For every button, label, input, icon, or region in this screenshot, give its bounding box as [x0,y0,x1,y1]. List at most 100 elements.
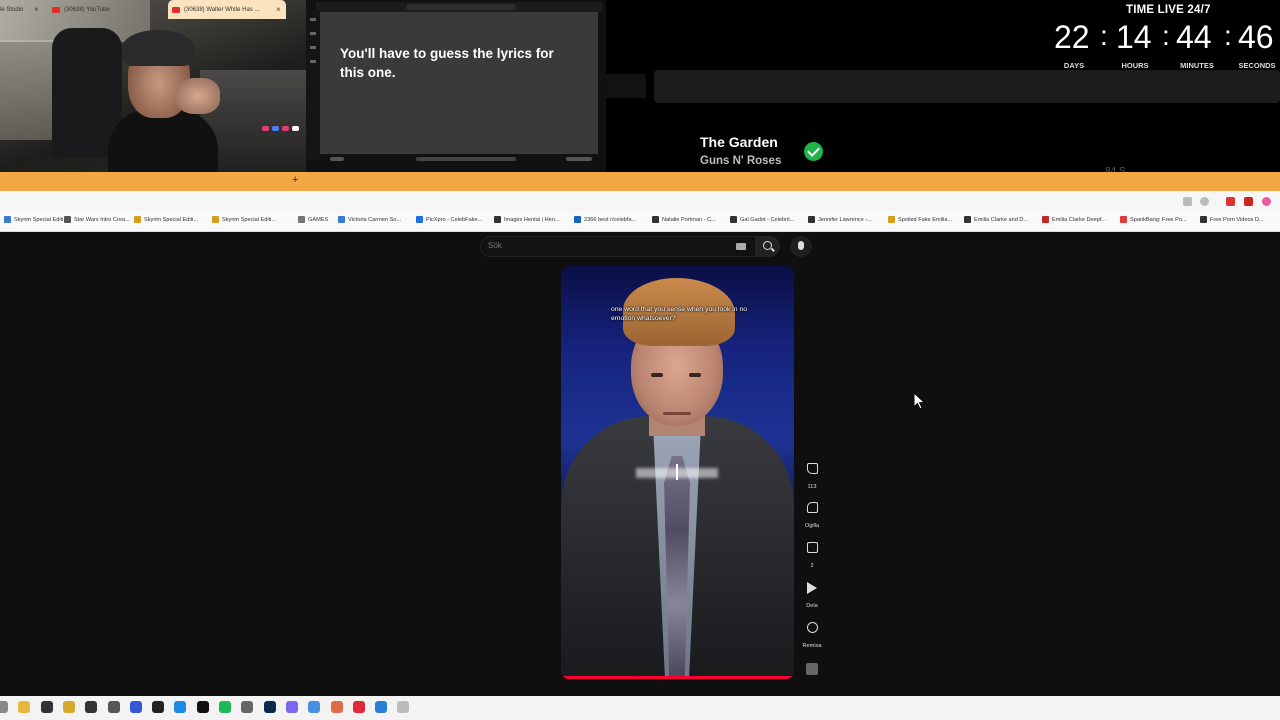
bookmark-item[interactable]: Emilia Clarke and D... [964,216,1028,223]
tab-strip [0,172,1280,191]
bookmark-label: Emilia Clarke and D... [974,216,1029,223]
timer-separator: : [1224,20,1232,51]
star-icon[interactable] [1200,197,1209,206]
now-playing-art [606,74,646,98]
extension-icon[interactable] [1244,197,1253,206]
app-icon[interactable] [107,701,120,713]
bookmark-icon [134,216,141,223]
discord-icon[interactable] [152,701,165,713]
remix-label: Remixa [802,643,822,649]
profile-icon[interactable] [1262,197,1271,206]
led [292,126,299,131]
video-eye [651,373,663,377]
bookmark-item[interactable]: SpankBang: Free Po... [1120,216,1187,223]
dislike-button[interactable] [801,497,823,519]
bookmark-label: Jennifer Lawrence -... [818,216,872,223]
timer-label-seconds: SECONDS [1238,61,1276,70]
bookmark-item[interactable]: Skyrim Special Editi... [134,216,198,223]
youtube-icon [52,6,60,13]
search-input[interactable] [480,236,756,257]
settings-icon[interactable] [241,701,254,713]
tab-studio[interactable]: le Studio × [0,0,44,19]
file-explorer-icon[interactable] [18,701,31,713]
timer-days: 22 [1054,19,1090,55]
bookmark-item[interactable]: Skyrim Special Editi... [212,216,276,223]
share-label: Dela [806,603,818,609]
bookmark-label: Victoria Carmen So... [348,216,402,223]
bookmark-item[interactable]: Victoria Carmen So... [338,216,401,223]
timer-label-minutes: MINUTES [1180,61,1214,70]
install-icon[interactable] [1183,197,1192,206]
app-icon[interactable] [308,701,321,713]
obs-icon[interactable] [40,701,53,713]
windows-icon[interactable] [0,701,8,713]
bookmark-label: PicXpro - CelebFake... [426,216,483,223]
bookmark-item[interactable]: Images Hentai | Hen... [494,216,560,223]
bookmark-item[interactable]: Jennifer Lawrence -... [808,216,872,223]
edge-icon[interactable] [174,701,187,713]
webcam-beanie [122,30,194,66]
taskbar [0,696,1280,720]
comment-count: 2 [810,563,814,569]
text-cursor-icon [676,464,678,480]
countdown-timer: 22 : 14 : 44 : 46 [1054,19,1280,57]
close-icon[interactable]: × [276,5,281,14]
led [262,126,269,131]
tab-walter-white[interactable]: (30638) Walter White Has ... × [168,0,286,19]
chat-panel: You'll have to guess the lyrics for this… [306,0,606,172]
shorts-video-player[interactable]: one word that you sense when you look in… [561,266,794,679]
notion-icon[interactable] [196,701,209,713]
bookmark-icon [1042,216,1049,223]
bookmark-label: Star Wars Intro Crea... [74,216,130,223]
bookmark-item[interactable]: Emilia Clarke Deepf... [1042,216,1106,223]
bookmark-item[interactable]: Star Wars Intro Crea... [64,216,130,223]
new-tab-button[interactable]: + [292,174,298,186]
sound-thumbnail[interactable] [806,663,818,675]
bookmark-label: Skyrim Special Editi... [222,216,277,223]
comment-icon [807,542,818,553]
bookmark-item[interactable]: GAMES [298,216,328,223]
browser-icon[interactable] [285,701,298,713]
timer-separator: : [1162,20,1170,51]
chat-message: You'll have to guess the lyrics for this… [340,46,554,80]
app-icon[interactable] [397,701,410,713]
close-icon[interactable]: × [34,5,39,14]
bookmark-label: Spoiled Fake Emilia... [898,216,953,223]
bookmark-icon [212,216,219,223]
spotify-icon[interactable] [219,701,231,713]
chat-address [406,4,516,10]
bookmark-item[interactable]: Gal Gadot - Celebrit... [730,216,794,223]
bookmark-item[interactable]: Natalie Portman - C... [652,216,716,223]
folder-icon[interactable] [62,701,75,713]
chat-sidebar [306,10,320,160]
bookmark-label: GAMES [308,216,329,223]
bookmark-item[interactable]: Skyrim Special Editi... [4,216,68,223]
extension-icon[interactable] [1226,197,1235,206]
chat-window-bar [316,2,602,12]
bookmark-item[interactable]: Free Porn Videos D... [1200,216,1264,223]
vscode-icon[interactable] [375,701,388,713]
bookmark-item[interactable]: Spoiled Fake Emilia... [888,216,952,223]
remix-icon [807,622,818,633]
like-button[interactable] [801,458,823,480]
remix-button[interactable] [801,617,823,639]
bookmark-item[interactable]: PicXpro - CelebFake... [416,216,482,223]
webcam-person-body [108,110,218,172]
bookmark-icon [888,216,895,223]
share-button[interactable] [801,577,823,599]
comment-button[interactable] [801,537,823,559]
video-progress-bar[interactable] [563,676,792,679]
bookmark-label: SpankBang: Free Po... [1130,216,1187,223]
bookmark-icon [730,216,737,223]
close-icon[interactable]: × [154,5,159,14]
terminal-icon[interactable] [85,701,98,713]
bookmark-item[interactable]: 2366 best r/celebfa... [574,216,636,223]
youtube-icon [172,6,180,13]
git-icon[interactable] [330,701,343,713]
photoshop-icon[interactable] [263,701,276,713]
keyboard-icon[interactable] [736,243,746,250]
tab-youtube[interactable]: (30638) YouTube × [52,0,166,19]
opera-icon[interactable] [352,701,365,713]
like-count: 113 [807,484,817,490]
stream-deck-icon[interactable] [129,701,142,713]
